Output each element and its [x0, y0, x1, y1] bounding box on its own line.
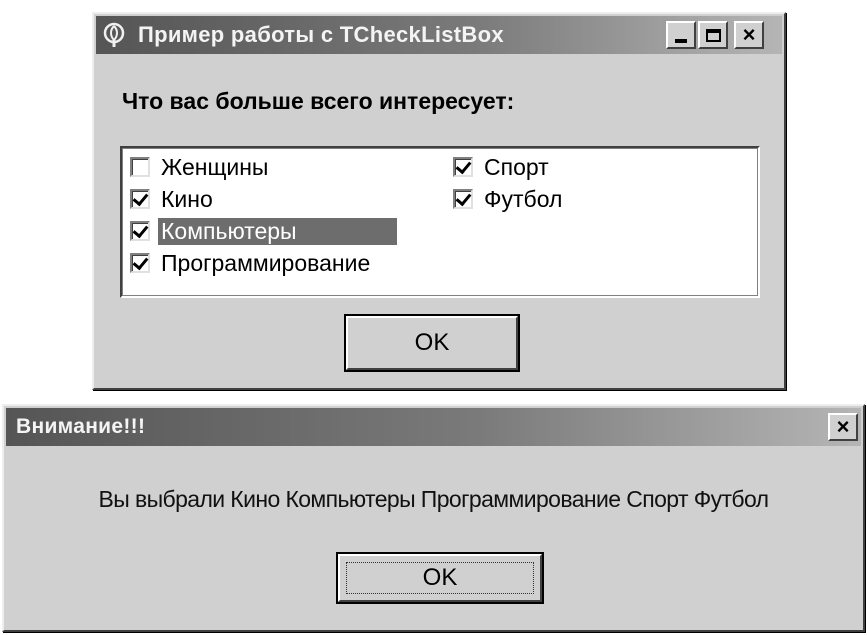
checklist-item-label: Спорт	[484, 153, 549, 180]
checklist-window: Пример работы с TCheckListBox × Что вас …	[92, 12, 786, 390]
checklist-item[interactable]: Футбол	[453, 184, 565, 214]
app-icon	[103, 22, 125, 47]
checkbox-checked[interactable]	[130, 253, 150, 273]
checklist-item-label: Футбол	[484, 185, 563, 212]
checklist-item[interactable]: Программирование	[130, 248, 373, 278]
message-title-bar[interactable]: Внимание!!! ×	[6, 408, 861, 446]
question-label: Что вас больше всего интересует:	[122, 88, 515, 114]
minimize-button[interactable]	[666, 21, 696, 49]
maximize-button[interactable]	[698, 21, 728, 49]
message-title: Внимание!!!	[16, 415, 146, 438]
title-bar[interactable]: Пример работы с TCheckListBox ×	[96, 16, 782, 54]
ok-button[interactable]: OK	[344, 314, 520, 372]
checklist-item[interactable]: Женщины	[130, 152, 271, 182]
message-window: Внимание!!! × Вы выбрали Кино Компьютеры…	[2, 404, 865, 632]
checklist-item-label: Программирование	[161, 249, 371, 276]
message-text: Вы выбрали Кино Компьютеры Программирова…	[98, 486, 769, 512]
checkbox-checked[interactable]	[453, 189, 473, 209]
close-icon: ×	[836, 414, 850, 439]
close-icon: ×	[742, 22, 756, 47]
checkbox-checked[interactable]	[130, 221, 150, 241]
checklist-item-label: Кино	[161, 185, 213, 212]
minimize-icon	[675, 39, 687, 43]
checklist-item[interactable]: Спорт	[453, 152, 552, 182]
message-close-button[interactable]: ×	[828, 413, 858, 441]
checkbox[interactable]	[130, 157, 150, 177]
close-button[interactable]: ×	[734, 21, 764, 49]
maximize-icon	[705, 28, 721, 42]
checklist-item-label: Женщины	[161, 153, 269, 180]
checklist-item-selected[interactable]: Компьютеры	[130, 216, 397, 246]
window-title: Пример работы с TCheckListBox	[138, 22, 504, 47]
focus-rectangle	[346, 562, 534, 594]
check-list-box[interactable]: Женщины Кино Компьютеры Программирование…	[120, 146, 760, 298]
checkbox-checked[interactable]	[130, 189, 150, 209]
checklist-item-label: Компьютеры	[158, 217, 397, 245]
message-ok-button[interactable]: OK	[336, 552, 544, 604]
checkbox-checked[interactable]	[453, 157, 473, 177]
checklist-item[interactable]: Кино	[130, 184, 216, 214]
ok-button-label: OK	[414, 329, 450, 356]
